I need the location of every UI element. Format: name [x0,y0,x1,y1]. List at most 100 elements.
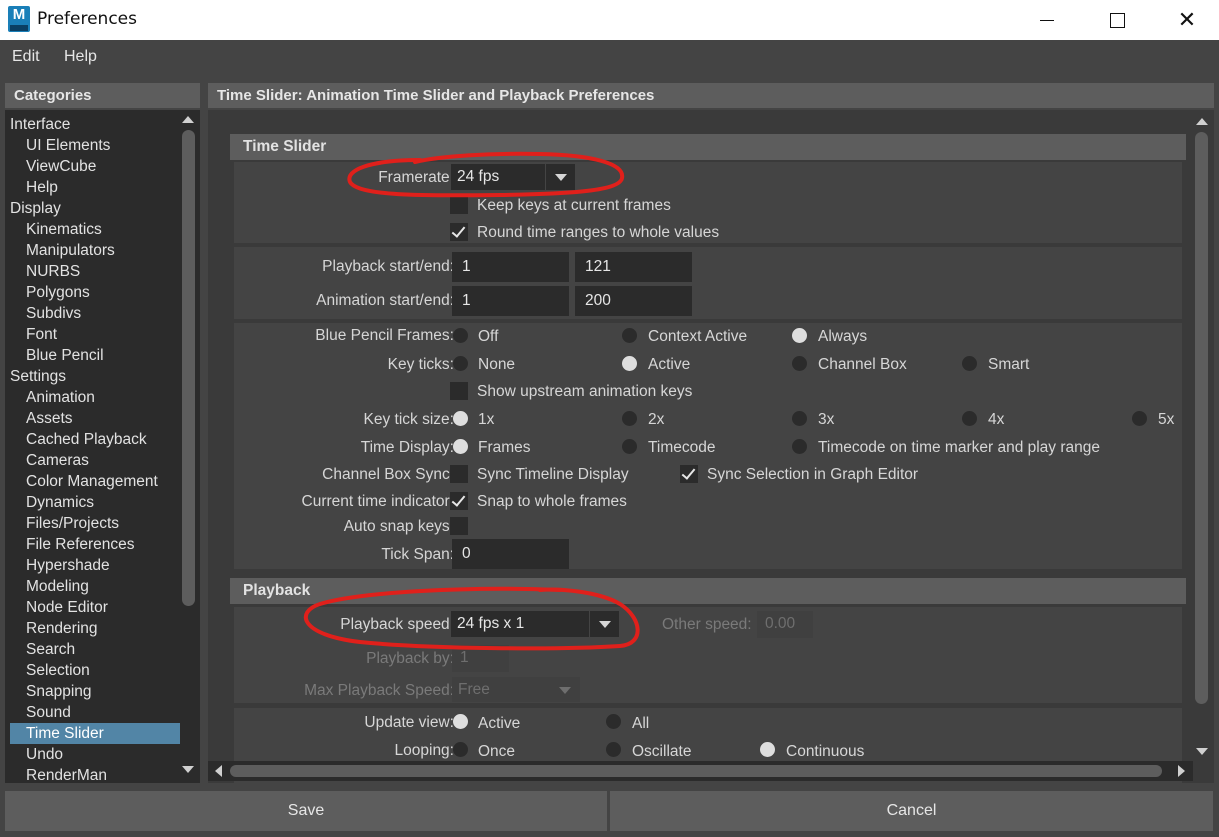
category-files-projects[interactable]: Files/Projects [26,513,119,534]
scroll-left-icon[interactable] [215,765,222,777]
cancel-button[interactable]: Cancel [610,791,1213,831]
key-tick-size-5x-radio[interactable] [1132,411,1147,426]
key-ticks-active-label: Active [648,356,691,373]
category-dynamics[interactable]: Dynamics [26,492,94,513]
save-button[interactable]: Save [5,791,607,831]
category-viewcube[interactable]: ViewCube [26,156,96,177]
category-snapping[interactable]: Snapping [26,681,92,702]
category-subdivs[interactable]: Subdivs [26,303,81,324]
playback-end-field[interactable]: 121 [575,252,692,282]
round-time-checkbox[interactable] [450,223,468,241]
category-node-editor[interactable]: Node Editor [26,597,108,618]
time-display-frames-radio[interactable] [453,439,468,454]
category-undo[interactable]: Undo [26,744,63,765]
menu-edit[interactable]: Edit [12,48,40,66]
category-assets[interactable]: Assets [26,408,73,429]
scroll-up-icon[interactable] [1196,118,1208,125]
time-slider-section-header[interactable]: Time Slider [230,134,1186,160]
category-file-references[interactable]: File References [26,534,135,555]
key-tick-size-4x-radio[interactable] [962,411,977,426]
category-cameras[interactable]: Cameras [26,450,89,471]
category-polygons[interactable]: Polygons [26,282,90,303]
main-panel: Time Slider Framerate: 24 fps Keep keys … [208,110,1214,783]
key-ticks-smart-radio[interactable] [962,356,977,371]
categories-scroll-thumb[interactable] [182,130,195,606]
category-settings[interactable]: Settings [10,366,66,387]
time-display-timecode-marker-radio[interactable] [792,439,807,454]
auto-snap-keys-checkbox[interactable] [450,517,468,535]
playback-by-label: Playback by: [366,650,454,667]
key-ticks-active-radio[interactable] [622,356,637,371]
category-search[interactable]: Search [26,639,75,660]
update-view-active-radio[interactable] [453,714,468,729]
category-interface[interactable]: Interface [10,114,70,135]
category-time-slider[interactable]: Time Slider [10,723,183,744]
maximize-button[interactable] [1088,0,1146,40]
category-selection[interactable]: Selection [26,660,90,681]
close-button[interactable]: ✕ [1158,0,1216,40]
category-help[interactable]: Help [26,177,58,198]
category-cached-playback[interactable]: Cached Playback [26,429,147,450]
snap-whole-frames-checkbox[interactable] [450,492,468,510]
key-tick-size-5x-label: 5x [1158,411,1175,428]
window-title: Preferences [37,9,137,29]
playback-speed-dropdown[interactable]: 24 fps x 1 [451,611,619,637]
looping-oscillate-radio[interactable] [606,742,621,757]
menu-help[interactable]: Help [64,48,97,66]
animation-end-field[interactable]: 200 [575,286,692,316]
key-tick-size-2x-radio[interactable] [622,411,637,426]
scroll-up-icon[interactable] [182,116,194,123]
category-font[interactable]: Font [26,324,57,345]
looping-once-radio[interactable] [453,742,468,757]
blue-pencil-always-radio[interactable] [792,328,807,343]
keep-keys-checkbox[interactable] [450,196,468,214]
category-manipulators[interactable]: Manipulators [26,240,115,261]
framerate-dropdown[interactable]: 24 fps [451,164,575,190]
maya-app-icon: M [8,6,30,32]
category-kinematics[interactable]: Kinematics [26,219,102,240]
main-hscroll-thumb[interactable] [230,765,1162,777]
scroll-down-icon[interactable] [1196,748,1208,755]
category-nurbs[interactable]: NURBS [26,261,80,282]
main-horizontal-scrollbar[interactable] [208,761,1193,781]
update-view-active-label: Active [478,715,521,732]
key-tick-size-2x-label: 2x [648,411,665,428]
categories-scrollbar[interactable] [180,110,197,783]
other-speed-field[interactable]: 0.00 [757,611,813,638]
category-modeling[interactable]: Modeling [26,576,89,597]
sync-selection-label: Sync Selection in Graph Editor [707,466,919,483]
category-rendering[interactable]: Rendering [26,618,98,639]
category-color-management[interactable]: Color Management [26,471,158,492]
category-hypershade[interactable]: Hypershade [26,555,110,576]
playback-start-field[interactable]: 1 [452,252,569,282]
key-ticks-none-radio[interactable] [453,356,468,371]
time-display-timecode-radio[interactable] [622,439,637,454]
key-tick-size-3x-radio[interactable] [792,411,807,426]
key-ticks-channel-box-radio[interactable] [792,356,807,371]
playback-section-header[interactable]: Playback [230,578,1186,604]
show-upstream-checkbox[interactable] [450,382,468,400]
category-display[interactable]: Display [10,198,61,219]
sync-selection-checkbox[interactable] [680,465,698,483]
main-vertical-scrollbar[interactable] [1193,110,1210,761]
category-sound[interactable]: Sound [26,702,71,723]
category-blue-pencil[interactable]: Blue Pencil [26,345,104,366]
blue-pencil-off-radio[interactable] [453,328,468,343]
update-view-all-radio[interactable] [606,714,621,729]
looping-continuous-radio[interactable] [760,742,775,757]
scroll-down-icon[interactable] [182,766,194,773]
category-renderman[interactable]: RenderMan [26,765,107,783]
scroll-right-icon[interactable] [1178,765,1185,777]
round-time-label: Round time ranges to whole values [477,224,720,241]
minimize-button[interactable] [1018,0,1076,40]
tick-span-field[interactable]: 0 [452,539,569,569]
main-scroll-thumb[interactable] [1195,132,1208,704]
sync-timeline-checkbox[interactable] [450,465,468,483]
key-tick-size-1x-radio[interactable] [453,411,468,426]
category-ui-elements[interactable]: UI Elements [26,135,110,156]
animation-start-field[interactable]: 1 [452,286,569,316]
category-animation[interactable]: Animation [26,387,95,408]
playback-by-field[interactable]: 1 [452,645,509,672]
blue-pencil-context-radio[interactable] [622,328,637,343]
max-playback-speed-dropdown[interactable]: Free [452,677,580,702]
